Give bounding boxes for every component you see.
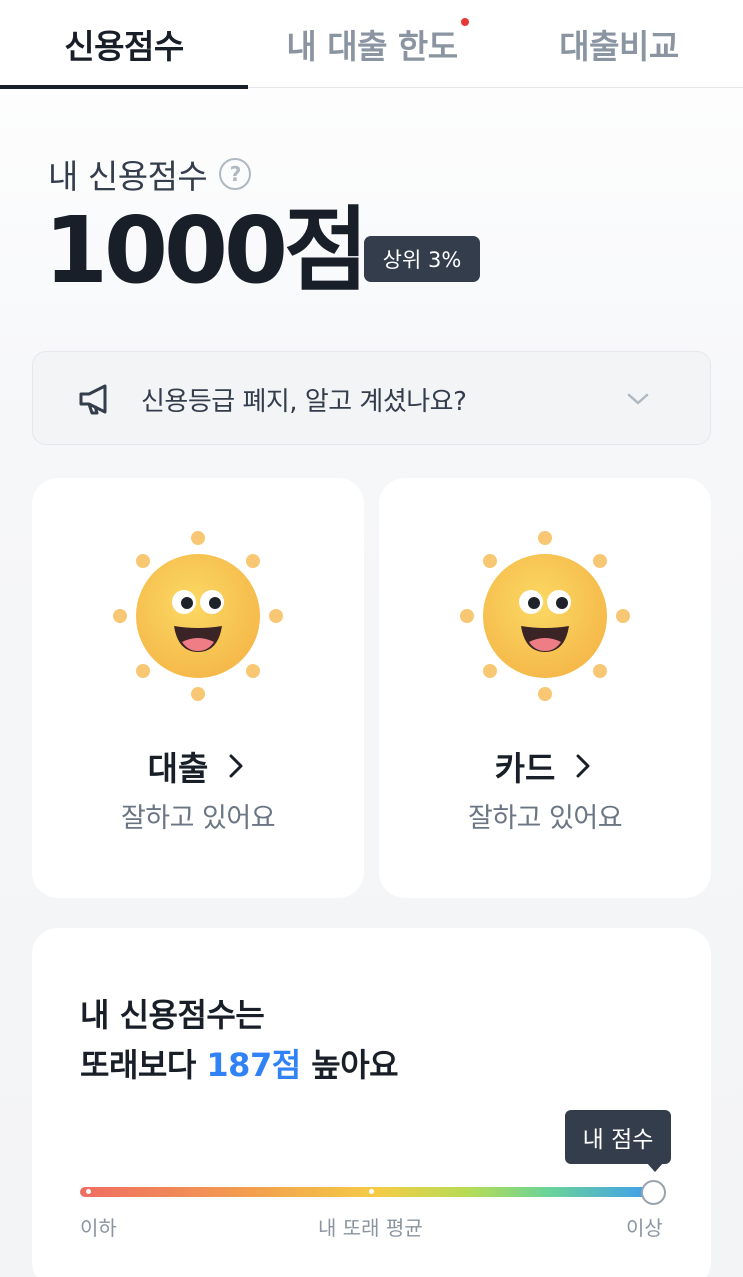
chevron-right-icon bbox=[229, 754, 243, 778]
tab-credit-score[interactable]: 신용점수 bbox=[0, 0, 248, 89]
active-tab-underline bbox=[0, 85, 248, 89]
comparison-heading-line1: 내 신용점수는 bbox=[80, 996, 265, 1034]
scale-label-above: 이상 bbox=[626, 1216, 663, 1240]
loan-card-title-row: 대출 bbox=[32, 742, 364, 790]
my-score-marker bbox=[641, 1180, 666, 1205]
tab-credit-score-label: 신용점수 bbox=[64, 27, 184, 66]
score-label: 내 신용점수 bbox=[48, 157, 208, 196]
scale-label-peer-average: 내 또래 평균 bbox=[318, 1216, 423, 1240]
peer-average-marker bbox=[369, 1189, 374, 1194]
notice-text: 신용등급 폐지, 알고 계셨나요? bbox=[141, 386, 467, 417]
smiling-sun-icon bbox=[460, 531, 630, 701]
card-status-card[interactable]: 카드 잘하고 있어요 bbox=[379, 478, 711, 898]
tab-my-loan-limit-label: 내 대출 한도 bbox=[286, 27, 458, 66]
tab-loan-compare-label: 대출비교 bbox=[559, 27, 679, 66]
card-card-subtitle: 잘하고 있어요 bbox=[467, 803, 623, 834]
loan-status-card[interactable]: 대출 잘하고 있어요 bbox=[32, 478, 364, 898]
smiling-sun-icon bbox=[113, 531, 283, 701]
tooltip-arrow bbox=[646, 1162, 664, 1172]
chevron-down-icon bbox=[627, 393, 649, 405]
new-indicator-dot bbox=[461, 18, 469, 26]
question-circle-icon[interactable]: ? bbox=[219, 158, 252, 190]
score-header: 내 신용점수 ? bbox=[48, 150, 252, 198]
credit-grade-notice-banner[interactable]: 신용등급 폐지, 알고 계셨나요? bbox=[32, 351, 711, 445]
comparison-heading-line2: 또래보다 187점 높아요 bbox=[80, 1040, 399, 1086]
bar-start-dot bbox=[86, 1189, 91, 1194]
chevron-right-icon bbox=[576, 754, 590, 778]
credit-score-value: 1000점 bbox=[44, 197, 369, 304]
my-score-tooltip: 내 점수 bbox=[565, 1110, 671, 1164]
scale-label-below: 이하 bbox=[80, 1216, 117, 1240]
rank-badge: 상위 3% bbox=[364, 236, 480, 282]
card-card-title: 카드 bbox=[494, 749, 556, 788]
peer-comparison-card: 내 신용점수는 또래보다 187점 높아요 내 점수 이하 내 또래 평균 이상 bbox=[32, 928, 711, 1277]
comparison-prefix: 또래보다 bbox=[80, 1046, 207, 1084]
score-gradient-bar bbox=[80, 1187, 654, 1197]
tab-loan-compare[interactable]: 대출비교 bbox=[495, 0, 743, 88]
score-difference: 187점 bbox=[206, 1046, 301, 1084]
loan-card-title: 대출 bbox=[147, 749, 209, 788]
megaphone-icon bbox=[79, 384, 107, 415]
loan-card-subtitle: 잘하고 있어요 bbox=[120, 803, 276, 834]
comparison-suffix: 높아요 bbox=[300, 1046, 399, 1084]
top-tab-bar: 신용점수 내 대출 한도 대출비교 bbox=[0, 0, 743, 89]
tab-my-loan-limit[interactable]: 내 대출 한도 bbox=[248, 0, 496, 88]
card-card-title-row: 카드 bbox=[379, 742, 711, 790]
